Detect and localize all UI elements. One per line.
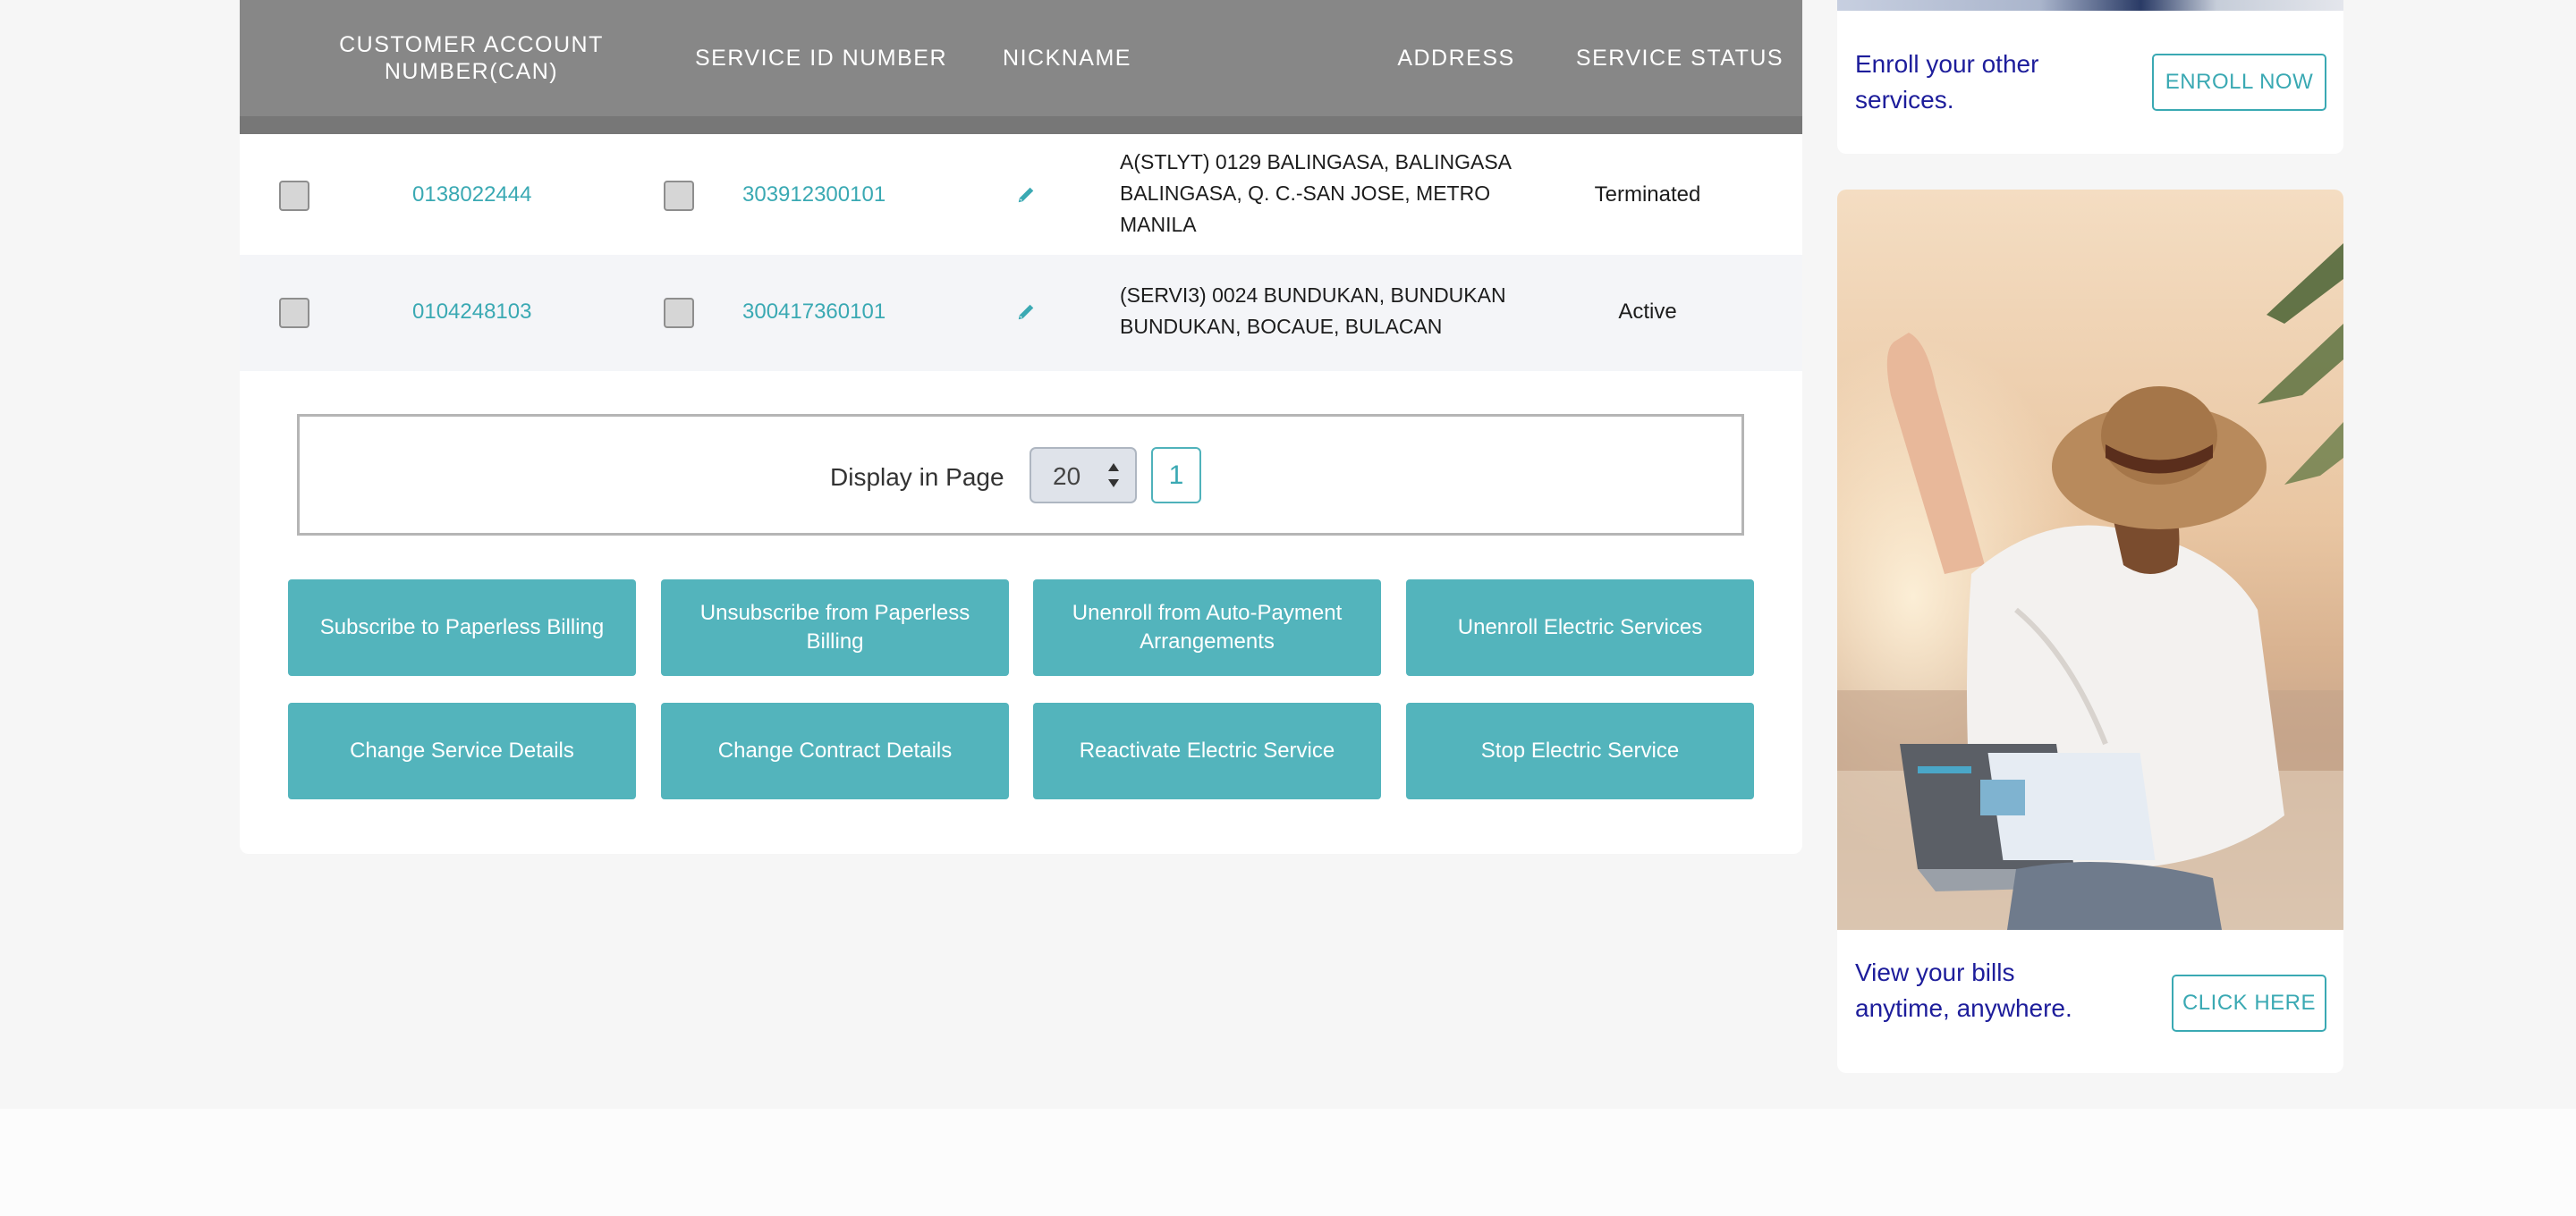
pagination-label: Display in Page <box>830 463 1004 491</box>
table-row: 0138022444 303912300101 A(STLYT) 0129 BA… <box>240 134 1802 255</box>
table-header: CUSTOMER ACCOUNT NUMBER(CAN) SERVICE ID … <box>240 0 1802 134</box>
unsubscribe-paperless-button[interactable]: Unsubscribe from Paperless Billing <box>661 579 1009 676</box>
services-panel: CUSTOMER ACCOUNT NUMBER(CAN) SERVICE ID … <box>240 0 1802 854</box>
status-text: Terminated <box>1594 182 1701 207</box>
can-link[interactable]: 0104248103 <box>412 300 531 325</box>
beach-laptop-photo <box>1837 190 2343 930</box>
enroll-banner-image <box>1837 0 2343 11</box>
service-id-link[interactable]: 300417360101 <box>742 300 886 325</box>
change-service-details-button[interactable]: Change Service Details <box>288 703 636 799</box>
header-nickname: NICKNAME <box>1003 46 1131 71</box>
can-link[interactable]: 0138022444 <box>412 182 531 207</box>
can-checkbox[interactable] <box>279 298 309 328</box>
stop-service-button[interactable]: Stop Electric Service <box>1406 703 1754 799</box>
page-size-stepper[interactable]: 20 <box>1030 447 1137 503</box>
unenroll-autopay-button[interactable]: Unenroll from Auto-Payment Arrangements <box>1033 579 1381 676</box>
service-id-link[interactable]: 303912300101 <box>742 182 886 207</box>
service-checkbox[interactable] <box>664 298 694 328</box>
enroll-card: Enroll your other services. ENROLL NOW <box>1837 0 2343 154</box>
address-text: (SERVI3) 0024 BUNDUKAN, BUNDUKAN BUNDUKA… <box>1120 283 1506 338</box>
can-checkbox[interactable] <box>279 181 309 211</box>
stepper-down-icon[interactable] <box>1108 479 1119 487</box>
pagination-box: Display in Page 20 1 <box>297 414 1744 536</box>
subscribe-paperless-button[interactable]: Subscribe to Paperless Billing <box>288 579 636 676</box>
pencil-icon[interactable] <box>1016 185 1036 205</box>
stepper-up-icon[interactable] <box>1108 463 1119 471</box>
header-service-id: SERVICE ID NUMBER <box>694 46 948 71</box>
unenroll-electric-button[interactable]: Unenroll Electric Services <box>1406 579 1754 676</box>
bills-promo-text: View your bills anytime, anywhere. <box>1855 958 2072 1022</box>
header-status: SERVICE STATUS <box>1575 46 1784 71</box>
reactivate-service-button[interactable]: Reactivate Electric Service <box>1033 703 1381 799</box>
table-row: 0104248103 300417360101 (SERVI3) 0024 BU… <box>240 255 1802 371</box>
enroll-promo-text: Enroll your other services. <box>1855 50 2039 114</box>
page-number-button[interactable]: 1 <box>1151 447 1201 503</box>
status-text: Active <box>1618 300 1677 324</box>
pencil-icon[interactable] <box>1016 302 1036 322</box>
address-text: A(STLYT) 0129 BALINGASA, BALINGASA BALIN… <box>1120 150 1511 236</box>
page-footer <box>0 1109 2576 1216</box>
page-size-value: 20 <box>1053 462 1081 490</box>
enroll-now-button[interactable]: ENROLL NOW <box>2152 54 2326 111</box>
header-can: CUSTOMER ACCOUNT NUMBER(CAN) <box>339 32 604 84</box>
service-checkbox[interactable] <box>664 181 694 211</box>
change-contract-details-button[interactable]: Change Contract Details <box>661 703 1009 799</box>
bills-card: View your bills anytime, anywhere. CLICK… <box>1837 190 2343 1073</box>
header-divider <box>240 116 1802 134</box>
click-here-button[interactable]: CLICK HERE <box>2172 975 2326 1032</box>
